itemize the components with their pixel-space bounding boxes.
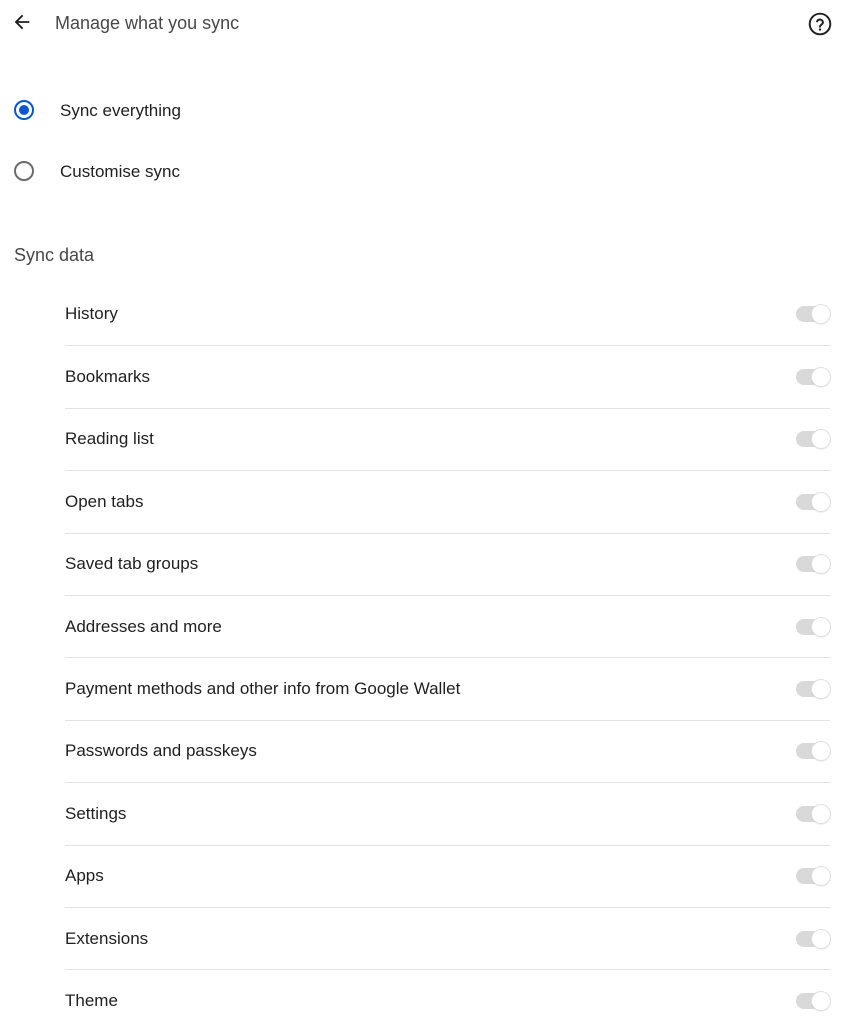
customise-sync-option[interactable]: Customise sync bbox=[0, 151, 852, 191]
arrow-left-icon bbox=[14, 14, 30, 30]
sync-item-open-tabs: Open tabs bbox=[65, 470, 830, 532]
sync-item-reading-list: Reading list bbox=[65, 407, 830, 470]
passwords-toggle[interactable] bbox=[796, 741, 830, 761]
help-button[interactable] bbox=[806, 10, 834, 38]
history-toggle[interactable] bbox=[796, 304, 830, 324]
sync-item-label: Theme bbox=[65, 990, 118, 1010]
sync-item-label: Open tabs bbox=[65, 491, 144, 511]
sync-item-extensions: Extensions bbox=[65, 906, 830, 969]
sync-item-apps: Apps bbox=[65, 844, 830, 907]
sync-item-label: Addresses and more bbox=[65, 616, 222, 636]
sync-everything-option[interactable]: Sync everything bbox=[0, 90, 852, 130]
page-title: Manage what you sync bbox=[55, 13, 240, 33]
sync-item-addresses: Addresses and more bbox=[65, 594, 830, 657]
extensions-toggle[interactable] bbox=[796, 929, 830, 949]
sync-item-label: Passwords and passkeys bbox=[65, 741, 257, 761]
sync-data-list: History Bookmarks Reading list Open tabs… bbox=[65, 283, 830, 1032]
sync-item-label: Payment methods and other info from Goog… bbox=[65, 679, 461, 699]
addresses-toggle[interactable] bbox=[796, 617, 830, 637]
sync-item-label: Extensions bbox=[65, 928, 149, 948]
sync-item-theme: Theme bbox=[65, 969, 830, 1031]
theme-toggle[interactable] bbox=[796, 991, 830, 1011]
reading-list-toggle[interactable] bbox=[796, 429, 830, 449]
sync-item-history: History bbox=[65, 283, 830, 345]
bookmarks-toggle[interactable] bbox=[796, 367, 830, 387]
payment-methods-toggle[interactable] bbox=[796, 679, 830, 699]
sync-data-heading: Sync data bbox=[14, 245, 95, 265]
sync-item-label: Saved tab groups bbox=[65, 554, 199, 574]
sync-item-label: History bbox=[65, 304, 118, 324]
sync-everything-label: Sync everything bbox=[60, 101, 181, 120]
apps-toggle[interactable] bbox=[796, 866, 830, 886]
open-tabs-toggle[interactable] bbox=[796, 492, 830, 512]
sync-item-label: Bookmarks bbox=[65, 367, 151, 387]
sync-item-payment-methods: Payment methods and other info from Goog… bbox=[65, 657, 830, 719]
sync-item-label: Reading list bbox=[65, 429, 154, 449]
sync-item-label: Apps bbox=[65, 866, 104, 886]
sync-item-label: Settings bbox=[65, 803, 127, 823]
customise-sync-label: Customise sync bbox=[60, 162, 180, 181]
saved-tab-groups-toggle[interactable] bbox=[796, 554, 830, 574]
sync-item-bookmarks: Bookmarks bbox=[65, 345, 830, 407]
page-header: Manage what you sync bbox=[0, 0, 852, 46]
back-button[interactable] bbox=[8, 8, 36, 36]
customise-sync-radio[interactable] bbox=[14, 161, 34, 181]
sync-item-settings: Settings bbox=[65, 782, 830, 844]
help-circle-icon bbox=[808, 12, 832, 36]
sync-item-passwords: Passwords and passkeys bbox=[65, 719, 830, 782]
sync-everything-radio[interactable] bbox=[14, 100, 34, 120]
sync-item-saved-tab-groups: Saved tab groups bbox=[65, 532, 830, 595]
settings-toggle[interactable] bbox=[796, 804, 830, 824]
